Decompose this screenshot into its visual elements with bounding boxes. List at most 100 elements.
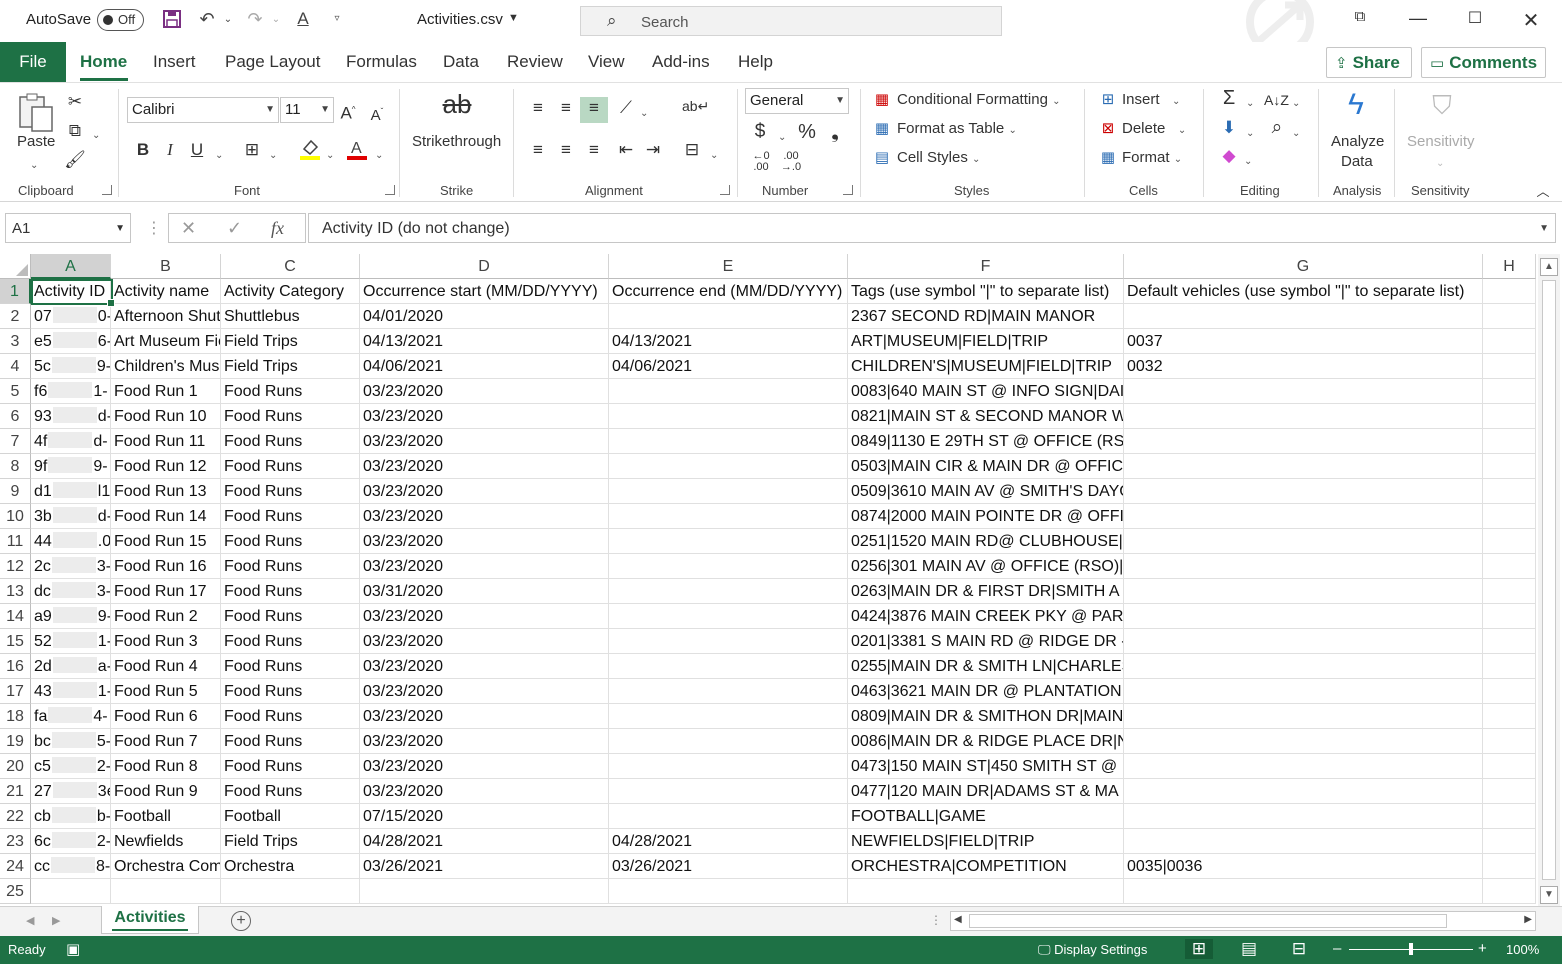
cell-h20[interactable] (1483, 754, 1536, 779)
find-dropdown-icon[interactable]: ⌄ (1292, 123, 1300, 145)
cell-g3[interactable]: 0037 (1124, 329, 1483, 354)
cell-f24[interactable]: ORCHESTRA|COMPETITION (848, 854, 1124, 879)
sensitivity-button[interactable]: Sensitivity (1407, 133, 1475, 150)
cell-h11[interactable] (1483, 529, 1536, 554)
column-header-g[interactable]: G (1124, 254, 1483, 279)
analyze-data-icon[interactable]: ϟ (1338, 87, 1374, 123)
cell-a21[interactable]: 27 3e- (31, 779, 111, 804)
cell-b3[interactable]: Art Museum Field Trip (111, 329, 221, 354)
minimize-icon[interactable]: — (1403, 8, 1433, 29)
cell-g2[interactable] (1124, 304, 1483, 329)
cut-icon[interactable]: ✂ (64, 91, 86, 113)
row-header[interactable]: 8 (0, 454, 31, 479)
cell-h16[interactable] (1483, 654, 1536, 679)
paste-button[interactable]: Paste (17, 133, 55, 150)
cell-e2[interactable] (609, 304, 848, 329)
cell-e25[interactable] (609, 879, 848, 904)
cell-e17[interactable] (609, 679, 848, 704)
decrease-font-icon[interactable]: Aˇ (367, 101, 387, 127)
cell-d10[interactable]: 03/23/2020 (360, 504, 609, 529)
analyze-data-line2[interactable]: Data (1341, 153, 1373, 170)
cell-a5[interactable]: f6 1- (31, 379, 111, 404)
currency-icon[interactable]: $ (750, 121, 770, 143)
cell-g20[interactable] (1124, 754, 1483, 779)
row-header[interactable]: 15 (0, 629, 31, 654)
cell-f19[interactable]: 0086|MAIN DR & RIDGE PLACE DR|N (848, 729, 1124, 754)
align-middle-icon[interactable]: ≡ (554, 97, 578, 119)
cell-c25[interactable] (221, 879, 360, 904)
cell-a11[interactable]: 44 .0- (31, 529, 111, 554)
cell-c1[interactable]: Activity Category (221, 279, 360, 304)
cell-a17[interactable]: 43 1-8 (31, 679, 111, 704)
cell-f4[interactable]: CHILDREN'S|MUSEUM|FIELD|TRIP (848, 354, 1124, 379)
macro-record-icon[interactable]: ▣ (66, 940, 80, 958)
cell-b25[interactable] (111, 879, 221, 904)
cell-b20[interactable]: Food Run 8 (111, 754, 221, 779)
cell-e4[interactable]: 04/06/2021 (609, 354, 848, 379)
cell-h1[interactable] (1483, 279, 1536, 304)
tab-insert[interactable]: Insert (153, 52, 196, 72)
cell-c3[interactable]: Field Trips (221, 329, 360, 354)
align-right-icon[interactable]: ≡ (582, 139, 606, 161)
cell-f10[interactable]: 0874|2000 MAIN POINTE DR @ OFFIC (848, 504, 1124, 529)
wrap-text-icon[interactable]: ab↵ (682, 95, 709, 117)
undo-icon[interactable]: ↶ (196, 9, 218, 33)
cell-h18[interactable] (1483, 704, 1536, 729)
cell-b15[interactable]: Food Run 3 (111, 629, 221, 654)
alignment-launcher-icon[interactable] (720, 185, 730, 195)
copy-dropdown-icon[interactable]: ⌄ (92, 125, 100, 147)
cell-d25[interactable] (360, 879, 609, 904)
cell-f8[interactable]: 0503|MAIN CIR & MAIN DR @ OFFICI (848, 454, 1124, 479)
cell-d20[interactable]: 03/23/2020 (360, 754, 609, 779)
clipboard-launcher-icon[interactable] (102, 185, 112, 195)
strikethrough-button[interactable]: Strikethrough (412, 133, 501, 150)
vertical-scrollbar[interactable]: ▲ ▼ (1538, 254, 1560, 908)
conditional-formatting-icon[interactable]: ▦ (872, 89, 892, 111)
cell-b22[interactable]: Football (111, 804, 221, 829)
sensitivity-icon[interactable]: ⛉ (1424, 87, 1460, 123)
cell-f21[interactable]: 0477|120 MAIN DR|ADAMS ST & MA (848, 779, 1124, 804)
cell-b23[interactable]: Newfields (111, 829, 221, 854)
cell-h25[interactable] (1483, 879, 1536, 904)
cell-e7[interactable] (609, 429, 848, 454)
cell-a2[interactable]: 07 0- (31, 304, 111, 329)
cell-h23[interactable] (1483, 829, 1536, 854)
cell-d7[interactable]: 03/23/2020 (360, 429, 609, 454)
spreadsheet-grid[interactable]: ABCDEFGH1Activity ID (do not change)Acti… (0, 254, 1536, 904)
row-header[interactable]: 23 (0, 829, 31, 854)
tab-formulas[interactable]: Formulas (346, 52, 417, 72)
fill-icon[interactable]: ⬇ (1218, 117, 1240, 139)
tab-review[interactable]: Review (507, 52, 563, 72)
format-cells-button[interactable]: Format ⌄ (1122, 149, 1182, 166)
cell-d1[interactable]: Occurrence start (MM/DD/YYYY) (360, 279, 609, 304)
save-icon[interactable] (161, 9, 183, 33)
cell-c19[interactable]: Food Runs (221, 729, 360, 754)
normal-view-icon[interactable]: ⊞ (1185, 939, 1213, 959)
column-header-b[interactable]: B (111, 254, 221, 279)
paste-icon[interactable] (16, 91, 56, 132)
cell-b8[interactable]: Food Run 12 (111, 454, 221, 479)
cell-f16[interactable]: 0255|MAIN DR & SMITH LN|CHARLES (848, 654, 1124, 679)
cell-h7[interactable] (1483, 429, 1536, 454)
zoom-in-icon[interactable]: + (1478, 940, 1487, 957)
bold-icon[interactable]: B (133, 139, 153, 161)
cell-e24[interactable]: 03/26/2021 (609, 854, 848, 879)
cell-a16[interactable]: 2d a- (31, 654, 111, 679)
cell-e5[interactable] (609, 379, 848, 404)
align-bottom-icon[interactable]: ≡ (580, 97, 608, 123)
cell-g24[interactable]: 0035|0036 (1124, 854, 1483, 879)
name-box[interactable]: A1 ▼ (5, 213, 131, 243)
cell-e9[interactable] (609, 479, 848, 504)
cell-g1[interactable]: Default vehicles (use symbol "|" to sepa… (1124, 279, 1483, 304)
cell-h12[interactable] (1483, 554, 1536, 579)
vertical-scroll-thumb[interactable] (1542, 280, 1556, 880)
cell-c12[interactable]: Food Runs (221, 554, 360, 579)
cell-e15[interactable] (609, 629, 848, 654)
tab-add-ins[interactable]: Add-ins (652, 52, 710, 72)
row-header[interactable]: 16 (0, 654, 31, 679)
format-painter-icon[interactable]: 🖌 (64, 149, 86, 171)
cell-e22[interactable] (609, 804, 848, 829)
row-header[interactable]: 14 (0, 604, 31, 629)
underline-icon[interactable]: U (187, 139, 207, 161)
cell-h22[interactable] (1483, 804, 1536, 829)
